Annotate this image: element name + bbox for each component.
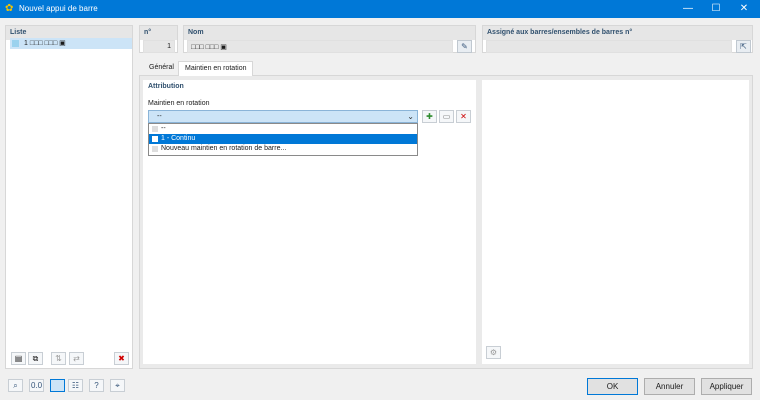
list-panel: Liste 1 □□□ □□□ ▣ ▤ ⧉ ⇅ ⇄ ✖ — [5, 25, 133, 369]
number-field[interactable]: 1 — [143, 40, 175, 53]
app-icon: ✿ — [5, 3, 14, 14]
pick-icon[interactable]: ⌖ — [110, 379, 125, 392]
attribution-title: Attribution — [148, 83, 184, 90]
tab-general[interactable]: Général — [143, 61, 180, 76]
new-rotation-icon[interactable]: ✚ — [422, 110, 437, 123]
tab-rotation[interactable]: Maintien en rotation — [178, 61, 254, 76]
color-swatch — [12, 40, 19, 47]
option-label: 1 - Continu — [161, 135, 196, 142]
ok-button[interactable]: OK — [587, 378, 638, 395]
search-icon[interactable]: ⌕ — [8, 379, 23, 392]
close-button[interactable]: ✕ — [730, 0, 758, 18]
rotation-select[interactable]: -- ⌄ — [148, 110, 418, 123]
copy-item-icon[interactable]: ⧉ — [28, 352, 43, 365]
option-swatch — [152, 146, 158, 152]
sort-icon[interactable]: ⇄ — [69, 352, 84, 365]
assigned-header: Assigné aux barres/ensembles de barres n… — [483, 26, 752, 40]
name-field[interactable]: □□□ □□□ ▣ — [187, 40, 453, 53]
rotation-selected-value: -- — [157, 113, 162, 120]
table-icon[interactable]: ☷ — [68, 379, 83, 392]
new-item-icon[interactable]: ▤ — [11, 352, 26, 365]
list-item[interactable]: 1 □□□ □□□ ▣ — [10, 38, 132, 49]
option-new-rotation[interactable]: Nouveau maintien en rotation de barre... — [149, 144, 417, 154]
select-members-icon[interactable]: ⇱ — [736, 40, 751, 53]
delete-icon[interactable]: ✖ — [114, 352, 129, 365]
cancel-button[interactable]: Annuler — [644, 378, 695, 395]
chevron-down-icon: ⌄ — [407, 112, 414, 121]
list-item-name: □□□ □□□ ▣ — [29, 40, 66, 47]
color-icon[interactable] — [50, 379, 65, 392]
title-bar: ✿ Nouvel appui de barre — ☐ ✕ — [0, 0, 760, 18]
name-panel: Nom □□□ □□□ ▣ ✎ — [183, 25, 476, 53]
rotation-label: Maintien en rotation — [148, 100, 210, 107]
option-none[interactable]: -- — [149, 124, 417, 134]
help-icon[interactable]: ? — [89, 379, 104, 392]
renumber-icon[interactable]: ⇅ — [51, 352, 66, 365]
assigned-field[interactable] — [486, 40, 732, 53]
units-icon[interactable]: 0.0 — [29, 379, 44, 392]
name-header: Nom — [184, 26, 475, 40]
option-label: -- — [161, 125, 166, 132]
edit-rotation-icon[interactable]: ▭ — [439, 110, 454, 123]
number-header: n° — [140, 26, 177, 40]
option-swatch — [152, 126, 158, 132]
preview-panel: ⚙ — [482, 80, 749, 364]
minimize-button[interactable]: — — [674, 0, 702, 18]
number-panel: n° 1 — [139, 25, 178, 53]
option-label: Nouveau maintien en rotation de barre... — [161, 145, 287, 152]
option-continu[interactable]: 1 - Continu — [149, 134, 417, 144]
select-rotation-icon[interactable]: ✕ — [456, 110, 471, 123]
option-swatch — [152, 136, 158, 142]
window-title: Nouvel appui de barre — [19, 4, 98, 13]
preview-options-icon[interactable]: ⚙ — [486, 346, 501, 359]
list-item-number: 1 — [24, 40, 28, 47]
assigned-panel: Assigné aux barres/ensembles de barres n… — [482, 25, 753, 53]
rotation-dropdown-list: -- 1 - Continu Nouveau maintien en rotat… — [148, 123, 418, 156]
maximize-button[interactable]: ☐ — [702, 0, 730, 18]
edit-icon[interactable]: ✎ — [457, 40, 472, 53]
apply-button[interactable]: Appliquer — [701, 378, 752, 395]
